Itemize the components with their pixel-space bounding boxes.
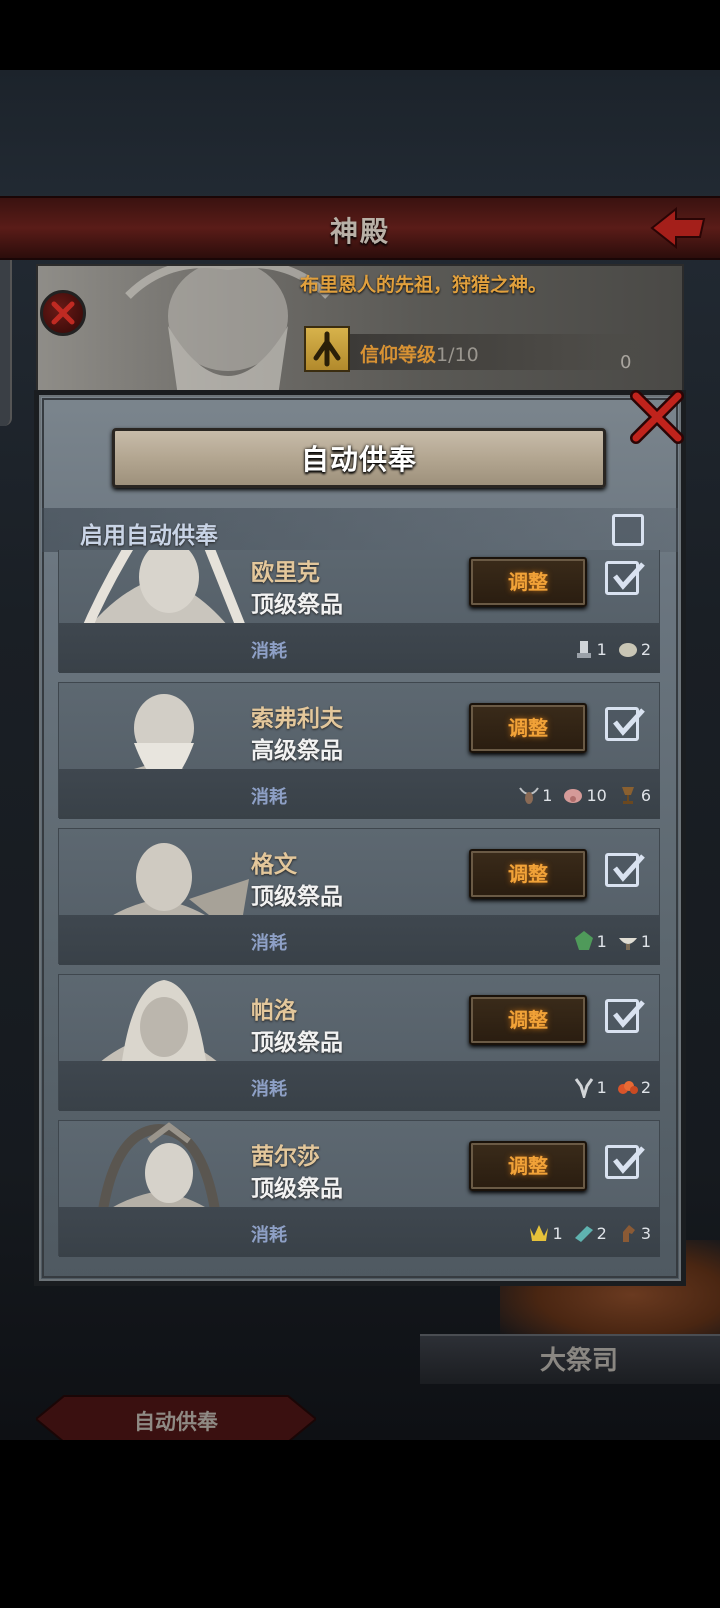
consume-label: 消耗 [251, 641, 287, 662]
god-description: 布里恩人的先祖，狩猎之神。 [300, 274, 548, 296]
cost-item: 1 [573, 1076, 607, 1098]
cost-item: 1 [573, 930, 607, 952]
cost-count: 1 [596, 931, 607, 951]
cost-count: 2 [640, 1077, 651, 1097]
golden-crown-icon [530, 1225, 549, 1241]
card-checkbox[interactable] [605, 999, 645, 1033]
consume-label: 消耗 [251, 1225, 287, 1246]
offer-card: 帕洛 顶级祭品 消耗 调整 1 2 [58, 974, 660, 1111]
horse-head-icon [622, 1225, 635, 1242]
high-priest-label: 大祭司 [540, 1346, 619, 1376]
dialog-title: 自动供奉 [300, 443, 417, 476]
offering-tier: 顶级祭品 [251, 884, 343, 910]
adjust-button[interactable]: 调整 [469, 703, 587, 753]
offering-tier: 顶级祭品 [251, 1176, 343, 1202]
crystal-bar-icon [574, 1226, 593, 1242]
stone-egg-icon [618, 643, 637, 657]
close-icon[interactable] [628, 388, 686, 446]
cost-item: 2 [617, 1076, 651, 1098]
hero-name: 欧里克 [251, 560, 320, 586]
offer-list[interactable]: 欧里克 顶级祭品 消耗 调整 1 2 索弗利夫 高级祭品 消耗 调整 1 10 … [58, 550, 660, 1270]
adjust-button[interactable]: 调整 [469, 995, 587, 1045]
cost-count: 1 [542, 785, 553, 805]
cost-item: 10 [562, 784, 607, 806]
cost-list: 1 10 6 [518, 783, 651, 807]
offering-tier: 顶级祭品 [251, 592, 343, 618]
checkmark-icon [613, 708, 645, 736]
cost-item: 1 [518, 784, 552, 806]
offering-tier: 顶级祭品 [251, 1030, 343, 1056]
checkmark-icon [613, 562, 645, 590]
consume-label: 消耗 [251, 933, 287, 954]
consume-label: 消耗 [251, 1079, 287, 1100]
cost-count: 3 [640, 1223, 651, 1243]
hero-name: 茜尔莎 [251, 1144, 320, 1170]
antler-icon [574, 1078, 593, 1098]
checkmark-icon [613, 1146, 645, 1174]
goblet-icon [621, 787, 634, 804]
cost-item: 2 [617, 638, 651, 660]
coral-icon [617, 1081, 638, 1094]
cost-count: 1 [640, 931, 651, 951]
boar-head-icon [564, 789, 583, 803]
cost-count: 2 [640, 639, 651, 659]
temple-title: 神殿 [329, 215, 390, 248]
card-checkbox[interactable] [605, 853, 645, 887]
cost-list: 1 2 [573, 1075, 651, 1099]
cost-count: 10 [586, 785, 607, 805]
cost-item: 1 [573, 638, 607, 660]
cost-item: 1 [617, 930, 651, 952]
hero-name: 格文 [251, 852, 297, 878]
card-footer [59, 623, 660, 673]
offer-card: 格文 顶级祭品 消耗 调整 1 1 [58, 828, 660, 965]
hero-name: 索弗利夫 [251, 706, 343, 732]
consume-label: 消耗 [251, 787, 287, 808]
faith-value: 0 [620, 352, 632, 373]
adjust-button[interactable]: 调整 [469, 849, 587, 899]
cost-count: 1 [596, 1077, 607, 1097]
card-footer [59, 915, 660, 965]
offer-card: 茜尔莎 顶级祭品 消耗 调整 1 2 3 [58, 1120, 660, 1257]
adjust-button[interactable]: 调整 [469, 1141, 587, 1191]
cost-count: 1 [596, 639, 607, 659]
cancel-offer-icon[interactable] [40, 290, 86, 336]
cost-count: 2 [596, 1223, 607, 1243]
bottom-letterbox [0, 1440, 720, 1608]
offering-tier: 高级祭品 [251, 738, 343, 764]
cost-count: 1 [552, 1223, 563, 1243]
faith-hand-icon [304, 326, 350, 372]
auto-offer-bottom-label: 自动供奉 [134, 1410, 218, 1434]
card-footer [59, 1061, 660, 1111]
hero-name: 帕洛 [251, 998, 297, 1024]
adjust-button[interactable]: 调整 [469, 557, 587, 607]
cost-count: 6 [640, 785, 651, 805]
cost-item: 3 [617, 1222, 651, 1244]
faith-label-text: 信仰等级 [360, 344, 437, 366]
cost-list: 1 1 [573, 929, 651, 953]
checkmark-icon [613, 1000, 645, 1028]
cost-list: 1 2 3 [528, 1221, 651, 1245]
card-checkbox[interactable] [605, 561, 645, 595]
trophy-statue-icon [576, 641, 591, 658]
faith-level-label: 信仰等级1/10 [360, 340, 479, 367]
cost-item: 6 [617, 784, 651, 806]
green-mask-icon [574, 931, 593, 950]
offer-card: 索弗利夫 高级祭品 消耗 调整 1 10 6 [58, 682, 660, 819]
checkmark-icon [613, 854, 645, 882]
back-arrow-icon[interactable] [648, 203, 708, 253]
faith-level-value: 1/10 [436, 344, 479, 366]
offer-card: 欧里克 顶级祭品 消耗 调整 1 2 [58, 550, 660, 673]
card-checkbox[interactable] [605, 707, 645, 741]
horned-skull-icon [519, 787, 540, 804]
bowl-icon [618, 938, 637, 950]
cost-item: 1 [528, 1222, 563, 1244]
enable-auto-offer-checkbox[interactable] [612, 514, 644, 546]
top-letterbox [0, 0, 720, 70]
enable-auto-offer-label: 启用自动供奉 [80, 523, 218, 549]
cost-list: 1 2 [573, 637, 651, 661]
cost-item: 2 [573, 1222, 607, 1244]
card-checkbox[interactable] [605, 1145, 645, 1179]
